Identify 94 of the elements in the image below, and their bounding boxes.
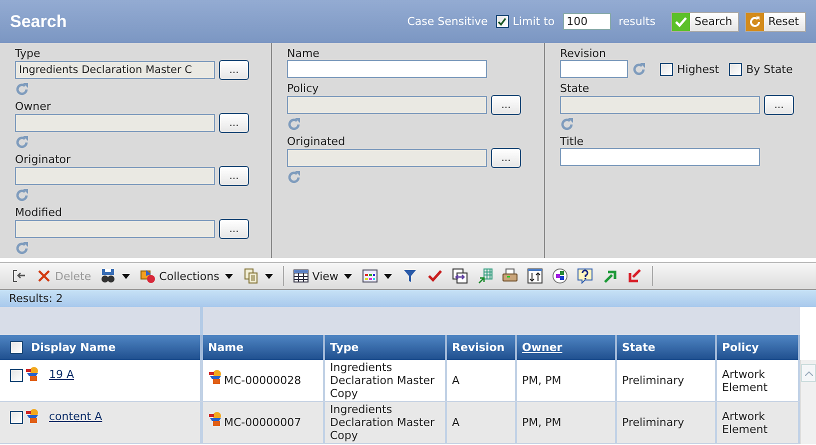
select-all-checkbox[interactable] — [10, 341, 23, 354]
display-name-link[interactable]: 19 A — [49, 368, 74, 381]
table-icon — [293, 268, 310, 284]
column-header[interactable]: Policy — [722, 341, 759, 354]
object-icon — [208, 369, 224, 385]
delete-icon — [36, 268, 52, 284]
browse-button[interactable]: ... — [491, 148, 521, 168]
column-header[interactable]: Type — [330, 341, 359, 354]
object-icon — [208, 411, 224, 427]
field-label: Title — [560, 135, 585, 148]
table-cell: Preliminary — [622, 374, 684, 387]
table-cell-text: Artwork Element — [722, 410, 769, 436]
grid-arrow-icon — [477, 268, 494, 284]
column-header[interactable]: Display Name — [31, 341, 116, 354]
binoculars-icon — [100, 268, 116, 284]
shapes-icon — [140, 268, 156, 284]
chooser-field[interactable] — [560, 96, 760, 114]
row-checkbox[interactable] — [10, 411, 23, 424]
palette-icon — [552, 268, 568, 284]
table-cell: A — [452, 374, 460, 387]
reset-button[interactable]: Reset — [745, 12, 806, 32]
sort-icon — [527, 268, 544, 284]
caret-icon[interactable] — [384, 274, 392, 278]
shapes-button[interactable]: Collections — [137, 268, 222, 284]
object-icon — [25, 366, 41, 382]
refresh-icon — [746, 12, 764, 30]
browse-button[interactable]: ... — [219, 166, 249, 186]
checkmark-icon — [427, 268, 444, 284]
table-cell: Preliminary — [622, 416, 684, 429]
copy-icon — [243, 268, 260, 284]
text-field[interactable] — [560, 148, 760, 166]
chooser-field[interactable] — [287, 149, 487, 167]
grid-icon — [362, 268, 378, 284]
caret-icon[interactable] — [225, 274, 234, 278]
row-checkbox[interactable] — [10, 369, 23, 382]
table-cell: MC-00000028 — [224, 374, 302, 387]
object-icon — [25, 408, 41, 424]
filter-icon — [402, 268, 418, 284]
chooser-field[interactable] — [287, 96, 487, 114]
caret-icon[interactable] — [344, 274, 352, 278]
caret-icon[interactable] — [122, 274, 130, 278]
field-label: Originated — [287, 135, 346, 148]
field-label: State — [560, 82, 590, 95]
field-label: Originator — [15, 153, 72, 166]
option-label: Highest — [677, 62, 720, 76]
limit-field[interactable]: 100 — [562, 13, 611, 30]
field-label: Policy — [287, 82, 320, 95]
browse-button[interactable]: ... — [764, 95, 794, 115]
printer-icon — [502, 268, 518, 284]
help-icon — [577, 268, 594, 284]
table-button[interactable]: View — [290, 268, 342, 284]
column-header[interactable]: Revision — [452, 341, 505, 354]
swap-icon — [452, 268, 468, 284]
scrollbar[interactable] — [800, 360, 816, 444]
table-cell: A — [452, 416, 460, 429]
chooser-field[interactable] — [15, 114, 215, 132]
column-header[interactable]: State — [622, 341, 656, 354]
search-button[interactable]: Search — [671, 12, 740, 32]
display-name-link[interactable]: content A — [49, 410, 102, 423]
option-checkbox[interactable] — [729, 62, 742, 76]
chooser-field[interactable] — [15, 167, 215, 185]
exit-icon — [11, 268, 27, 284]
browse-button[interactable]: ... — [219, 113, 249, 133]
chooser-field[interactable]: Ingredients Declaration Master C — [15, 61, 215, 79]
caret-icon[interactable] — [265, 274, 274, 278]
table-cell-text: Ingredients Declaration Master Copy — [330, 361, 436, 400]
field-label: Owner — [15, 100, 52, 113]
field-label: Modified — [15, 206, 63, 219]
table-cell: MC-00000007 — [224, 416, 302, 429]
limit-label: Limit to — [512, 15, 555, 28]
column-header[interactable]: Owner — [522, 341, 562, 354]
field-label: Revision — [560, 47, 607, 60]
page-title: Search — [10, 12, 67, 32]
browse-button[interactable]: ... — [219, 60, 249, 80]
results-count: Results: 2 — [9, 292, 63, 305]
column-header[interactable]: Name — [208, 341, 244, 354]
chooser-field[interactable] — [15, 220, 215, 238]
limit-checkbox[interactable] — [496, 15, 509, 28]
arrow-up-right-icon — [602, 268, 618, 284]
option-label: By State — [746, 62, 793, 76]
field-label: Name — [287, 47, 320, 60]
table-cell-text: Ingredients Declaration Master Copy — [330, 403, 436, 442]
table-cell-text: Artwork Element — [722, 368, 769, 394]
arrow-down-left-icon — [627, 268, 644, 284]
text-field[interactable] — [287, 60, 487, 78]
table-cell: PM, PM — [522, 416, 562, 429]
option-checkbox[interactable] — [660, 62, 673, 76]
field-label: Type — [15, 47, 42, 60]
checkmark-icon — [672, 12, 690, 30]
results-suffix: results — [618, 15, 656, 28]
browse-button[interactable]: ... — [219, 219, 249, 239]
browse-button[interactable]: ... — [491, 95, 521, 115]
text-field[interactable] — [560, 60, 628, 78]
table-cell: PM, PM — [522, 374, 562, 387]
